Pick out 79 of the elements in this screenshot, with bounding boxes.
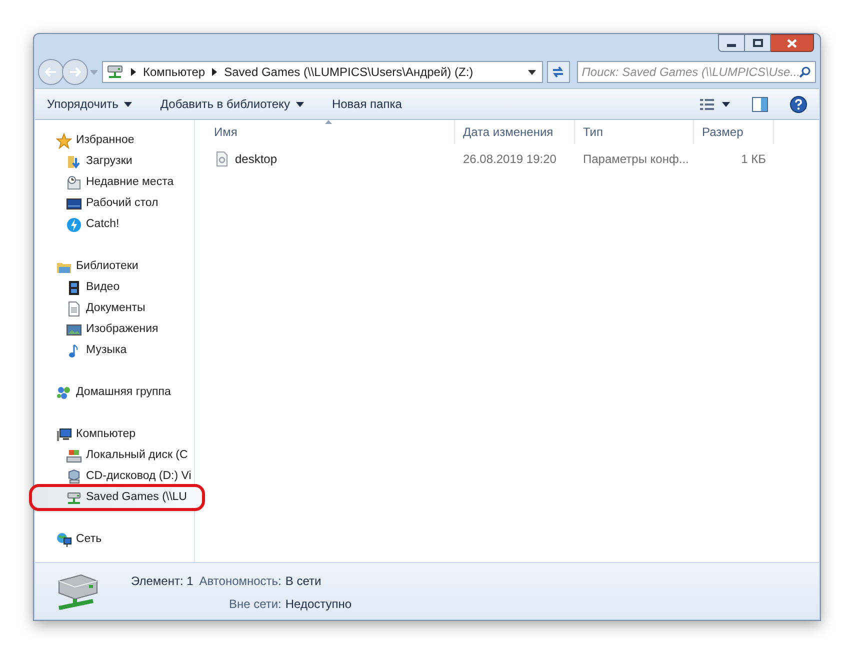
star-icon <box>56 132 72 148</box>
item-count: Элемент: 1 <box>131 573 194 590</box>
minimize-icon <box>727 44 736 46</box>
toolbar-button[interactable]: Упорядочить <box>47 95 132 113</box>
nav-item[interactable]: Локальный диск (C <box>35 445 194 466</box>
back-button[interactable] <box>38 59 64 85</box>
nav-item[interactable]: Загрузки <box>35 151 194 172</box>
close-icon <box>787 38 797 48</box>
nav-item[interactable]: CD-дисковод (D:) Vi <box>35 466 194 487</box>
caret-icon <box>722 102 730 106</box>
caret-icon <box>296 102 304 106</box>
image-icon <box>66 322 82 338</box>
recent-places-icon <box>66 174 82 190</box>
toolbar-button[interactable]: Добавить в библиотеку <box>160 95 304 113</box>
nav-item[interactable]: Saved Games (\\LU <box>32 487 202 508</box>
status-value: Недоступно <box>285 596 352 613</box>
homegroup-icon <box>56 384 72 400</box>
column-header[interactable]: Дата изменения <box>455 120 575 144</box>
sort-arrow-icon <box>324 120 332 124</box>
maximize-icon <box>752 39 762 47</box>
nav-item[interactable]: Рабочий стол <box>35 193 194 214</box>
film-icon <box>66 280 82 296</box>
local-disk-icon <box>66 448 82 464</box>
table-cell-text: 26.08.2019 19:20 <box>462 151 558 168</box>
settings-file-icon <box>214 151 230 167</box>
help-icon <box>790 96 807 112</box>
column-header[interactable]: Тип <box>575 120 694 144</box>
document-icon <box>66 300 82 316</box>
status-label: Автономность: <box>199 573 282 590</box>
cd-drive-icon <box>66 468 82 484</box>
lightning-icon <box>66 216 82 232</box>
details-view-icon <box>700 98 714 110</box>
nav-item[interactable]: Видео <box>35 277 194 298</box>
preview-pane-icon <box>752 96 768 112</box>
network-drive-icon <box>66 490 82 506</box>
table-cell-text: 1 КБ <box>740 151 767 168</box>
caret-icon <box>124 102 132 106</box>
view-options-button[interactable] <box>700 98 730 110</box>
status-label: Вне сети: <box>228 596 282 613</box>
nav-group-item[interactable]: Сеть <box>35 529 194 550</box>
close-button[interactable] <box>771 34 814 52</box>
nav-item[interactable]: Документы <box>35 298 194 319</box>
nav-item[interactable]: Музыка <box>35 340 194 361</box>
column-header[interactable]: Размер <box>694 120 774 144</box>
network-icon <box>56 532 72 548</box>
address-bar[interactable]: Компьютер Saved Games (\\LUMPICS\Users\Андрей) (Z:) <box>102 61 542 83</box>
toolbar-button[interactable]: Новая папка <box>332 95 402 113</box>
forward-arrow-icon <box>69 67 81 77</box>
network-drive-icon <box>106 65 124 79</box>
breadcrumb-segment[interactable]: Saved Games (\\LUMPICS\Users\Андрей) (Z:) <box>224 63 474 81</box>
dropdown-caret-icon[interactable] <box>528 70 536 74</box>
nav-group-item[interactable]: Избранное <box>35 130 194 151</box>
download-folder-icon <box>66 154 82 170</box>
nav-item[interactable]: Catch! <box>35 214 194 235</box>
breadcrumb-arrow-icon[interactable] <box>212 68 218 76</box>
forward-button[interactable] <box>62 59 88 85</box>
breadcrumb-arrow-icon[interactable] <box>131 68 136 76</box>
preview-pane-button[interactable] <box>752 96 768 112</box>
breadcrumb-segment[interactable]: Компьютер <box>143 63 206 81</box>
history-caret-icon <box>90 70 98 74</box>
desktop-icon <box>66 196 82 212</box>
refresh-icon <box>551 66 566 78</box>
refresh-button[interactable] <box>546 61 570 83</box>
minimize-button[interactable] <box>718 34 745 52</box>
search-icon <box>799 66 812 78</box>
help-button[interactable] <box>790 96 807 112</box>
status-value: В сети <box>285 573 322 590</box>
nav-group-item[interactable]: Компьютер <box>35 424 194 445</box>
nav-item[interactable]: Недавние места <box>35 172 194 193</box>
table-cell-text: Параметры конф... <box>582 151 690 168</box>
nav-group-item[interactable]: Библиотеки <box>35 256 194 277</box>
nav-group-item[interactable]: Домашняя группа <box>35 382 194 403</box>
maximize-button[interactable] <box>745 34 771 52</box>
back-arrow-icon <box>45 67 57 77</box>
nav-item[interactable]: Изображения <box>35 319 194 340</box>
file-name[interactable]: desktop <box>195 150 455 168</box>
computer-icon <box>56 426 72 442</box>
column-header[interactable]: Имя <box>195 120 455 144</box>
search-field[interactable]: Поиск: Saved Games (\\LUMPICS\Use... <box>576 61 816 83</box>
